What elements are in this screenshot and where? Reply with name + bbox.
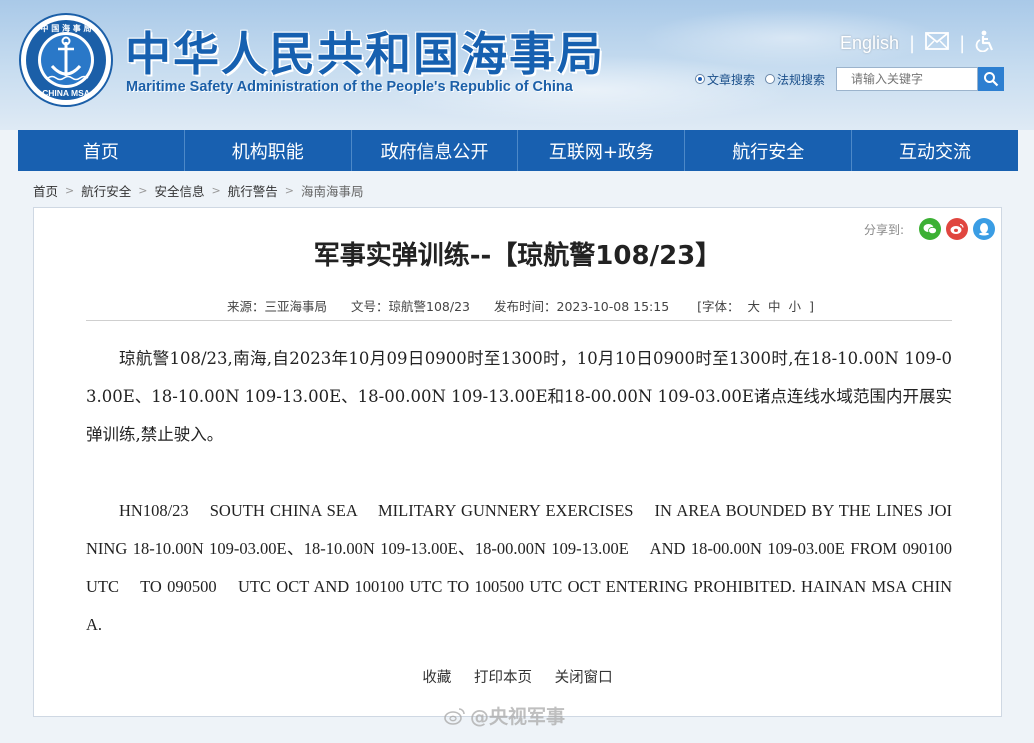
svg-text:CHINA MSA: CHINA MSA <box>42 88 90 98</box>
search-button[interactable] <box>978 67 1005 91</box>
watermark-text: @央视军事 <box>470 706 566 728</box>
main-nav: 首页 机构职能 政府信息公开 互联网+政务 航行安全 互动交流 <box>18 130 1018 171</box>
msa-logo[interactable]: 中 国 海 事 局 CHINA MSA <box>18 12 114 108</box>
nav-item-gov-info[interactable]: 政府信息公开 <box>352 130 519 171</box>
nav-item-navigation-safety[interactable]: 航行安全 <box>685 130 853 171</box>
font-size-small[interactable]: 小 <box>789 299 802 314</box>
site-header: 中 国 海 事 局 CHINA MSA 中华人民共和国海事局 Maritime … <box>0 0 1034 130</box>
font-size-large[interactable]: 大 <box>748 299 761 314</box>
search-option-article-label[interactable]: 文章搜索 <box>707 71 755 88</box>
breadcrumb-navigation-safety[interactable]: 航行安全 <box>81 181 131 200</box>
breadcrumb-home[interactable]: 首页 <box>33 181 58 200</box>
nav-item-home[interactable]: 首页 <box>18 130 185 171</box>
chevron-right-icon: > <box>284 184 294 197</box>
top-links: English | | <box>840 30 995 56</box>
font-size-medium[interactable]: 中 <box>768 299 781 314</box>
breadcrumb-hainan-msa[interactable]: 海南海事局 <box>301 181 364 200</box>
article-card: 分享到: 军事实弹训练--【琼航警108/23】 来源：三亚海事局 文号：琼航警… <box>33 207 1002 717</box>
article-paragraph-en: HN108/23 SOUTH CHINA SEA MILITARY GUNNER… <box>86 501 973 634</box>
nav-item-interaction[interactable]: 互动交流 <box>852 130 1018 171</box>
site-title: 中华人民共和国海事局 <box>125 27 605 81</box>
top-link-separator: | <box>959 32 966 54</box>
breadcrumb-nav-warnings[interactable]: 航行警告 <box>228 181 278 200</box>
article-source: 来源：三亚海事局 <box>227 299 328 314</box>
weibo-watermark-icon <box>444 707 465 725</box>
article-title: 军事实弹训练--【琼航警108/23】 <box>313 241 722 271</box>
article-actions: 收藏 打印本页 关闭窗口 <box>34 666 1001 687</box>
svg-text:中 国 海 事 局: 中 国 海 事 局 <box>40 23 91 33</box>
breadcrumb: 首页 > 航行安全 > 安全信息 > 航行警告 > 海南海事局 <box>33 181 363 200</box>
article-meta: 来源：三亚海事局 文号：琼航警108/23 发布时间：2023-10-08 15… <box>34 296 1001 315</box>
font-size-label: [字体： <box>697 299 740 314</box>
chevron-right-icon: > <box>138 184 148 197</box>
article-paragraph-cn: 琼航警108/23,南海,自2023年10月09日0900时至1300时，10月… <box>86 349 952 444</box>
print-button[interactable]: 打印本页 <box>474 670 532 686</box>
search-input[interactable] <box>836 67 979 91</box>
nav-item-functions[interactable]: 机构职能 <box>185 130 352 171</box>
article-body: 琼航警108/23,南海,自2023年10月09日0900时至1300时，10月… <box>86 340 952 644</box>
search-option-regulation-label[interactable]: 法规搜索 <box>777 71 825 88</box>
watermark: @央视军事 <box>444 702 565 729</box>
chevron-right-icon: > <box>65 184 75 197</box>
article-doc-number: 文号：琼航警108/23 <box>351 299 471 314</box>
top-link-separator: | <box>909 32 916 54</box>
favorite-button[interactable]: 收藏 <box>422 670 451 686</box>
accessibility-icon[interactable] <box>975 30 995 56</box>
meta-divider <box>86 320 952 321</box>
chevron-right-icon: > <box>211 184 221 197</box>
article-publish-time: 发布时间：2023-10-08 15:15 <box>494 299 670 314</box>
close-window-button[interactable]: 关闭窗口 <box>555 670 613 686</box>
search-option-regulation-radio[interactable] <box>765 74 776 84</box>
search-area: 文章搜索 法规搜索 <box>695 67 1005 91</box>
font-size-end: ] <box>809 299 814 314</box>
search-icon <box>984 72 999 87</box>
search-option-article-radio[interactable] <box>695 74 705 84</box>
english-link[interactable]: English <box>840 33 899 54</box>
site-subtitle: Maritime Safety Administration of the Pe… <box>126 79 573 95</box>
breadcrumb-safety-info[interactable]: 安全信息 <box>154 181 204 200</box>
mail-icon[interactable] <box>925 32 950 54</box>
nav-item-internet-gov[interactable]: 互联网+政务 <box>518 130 686 171</box>
font-size-controls: [字体： 大中小] <box>693 299 818 314</box>
